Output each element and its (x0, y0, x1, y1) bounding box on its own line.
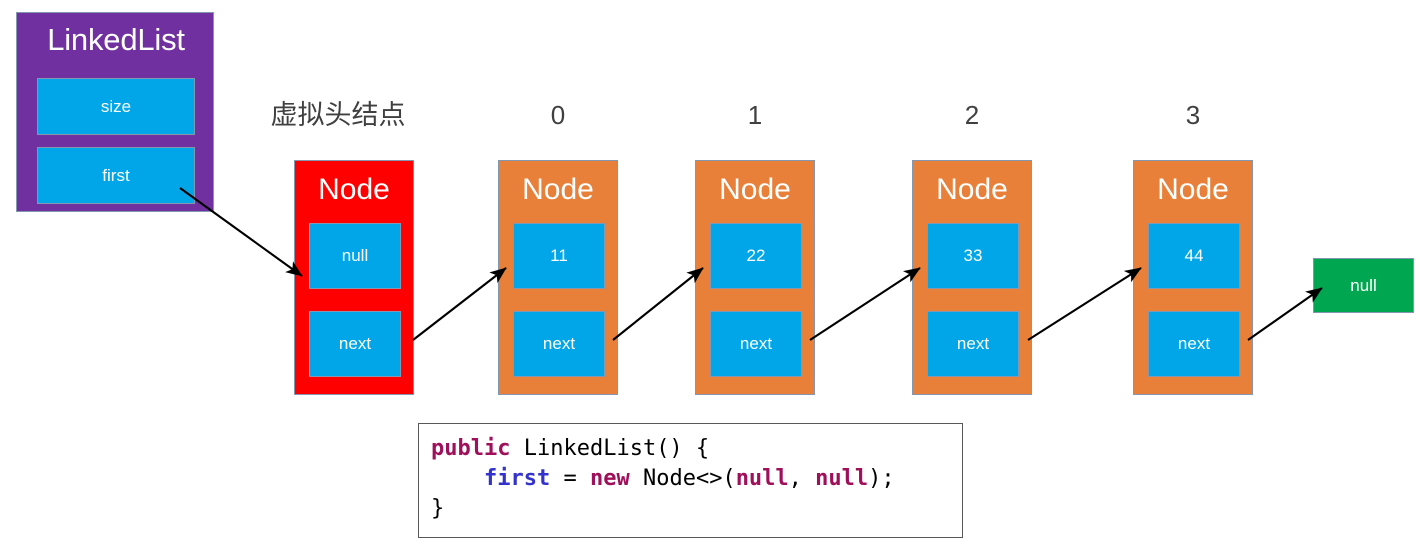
code-keyword-new: new (589, 466, 630, 491)
column-label-index-0: 0 (550, 100, 566, 130)
node-value-cell: null (309, 223, 401, 289)
node-index-0: Node 11 next (498, 160, 618, 395)
node-index-1: Node 22 next (695, 160, 815, 395)
node-next-cell: next (710, 311, 802, 377)
node-class-label: Node (1157, 173, 1229, 206)
node-next-label: next (739, 334, 773, 353)
linkedlist-object-box: LinkedList size first (16, 12, 214, 212)
node-next-cell: next (1148, 311, 1240, 377)
column-label-dummy-head: 虚拟头结点 (270, 100, 406, 130)
code-assign-op: = (550, 466, 590, 491)
linkedlist-field-first-label: first (102, 165, 130, 185)
code-var-first: first (483, 466, 551, 491)
node-value-label: 33 (963, 246, 983, 265)
code-keyword-public: public (431, 436, 511, 461)
code-snippet-box: public LinkedList() { first = new Node<>… (418, 423, 963, 538)
code-comma: , (788, 466, 816, 491)
node-value-cell: 11 (513, 223, 605, 289)
node-class-label: Node (719, 173, 791, 206)
code-class-name: LinkedList (523, 436, 657, 461)
node-value-cell: 33 (927, 223, 1019, 289)
tail-null-box: null (1313, 258, 1414, 313)
node-value-label: 11 (550, 246, 568, 265)
arrow-dummy-to-node0 (412, 267, 507, 341)
column-label-index-3: 3 (1185, 100, 1201, 130)
column-label-index-1: 1 (747, 100, 763, 130)
column-label-index-2: 2 (964, 100, 980, 130)
node-class-label: Node (522, 173, 594, 206)
arrow-node0-to-node1 (612, 267, 704, 341)
code-space-1 (510, 436, 523, 461)
node-class-label: Node (936, 173, 1008, 206)
node-dummy-head: Node null next (294, 160, 414, 395)
linkedlist-class-label: LinkedList (47, 22, 185, 57)
linkedlist-field-size-label: size (100, 96, 132, 116)
arrow-node3-to-null (1247, 287, 1323, 341)
node-value-label: null (341, 246, 369, 265)
node-value-cell: 22 (710, 223, 802, 289)
node-next-label: next (542, 334, 576, 353)
node-class-label: Node (318, 173, 390, 206)
node-next-label: next (1177, 334, 1211, 353)
arrow-node1-to-node2 (809, 267, 921, 341)
node-index-2: Node 33 next (912, 160, 1032, 395)
node-next-label: next (956, 334, 990, 353)
node-next-cell: next (513, 311, 605, 377)
linkedlist-field-size: size (37, 78, 195, 135)
node-next-cell: next (309, 311, 401, 377)
code-literal-null-2: null (815, 466, 869, 491)
node-value-label: 22 (746, 246, 766, 265)
node-index-3: Node 44 next (1133, 160, 1253, 395)
code-line1-tail: () { (656, 436, 710, 461)
linkedlist-field-first: first (37, 147, 195, 204)
arrow-node2-to-node3 (1027, 267, 1142, 341)
code-type-node: Node<>( (629, 466, 736, 491)
linked-list-diagram: LinkedList size first 虚拟头结点 0 1 2 3 Node… (0, 0, 1420, 548)
node-next-label: next (338, 334, 372, 353)
code-line2-end: ); (868, 466, 895, 491)
code-close-brace: } (431, 496, 445, 521)
node-value-label: 44 (1184, 246, 1204, 265)
node-value-cell: 44 (1148, 223, 1240, 289)
code-literal-null-1: null (735, 466, 789, 491)
tail-null-label: null (1350, 275, 1377, 295)
node-next-cell: next (927, 311, 1019, 377)
